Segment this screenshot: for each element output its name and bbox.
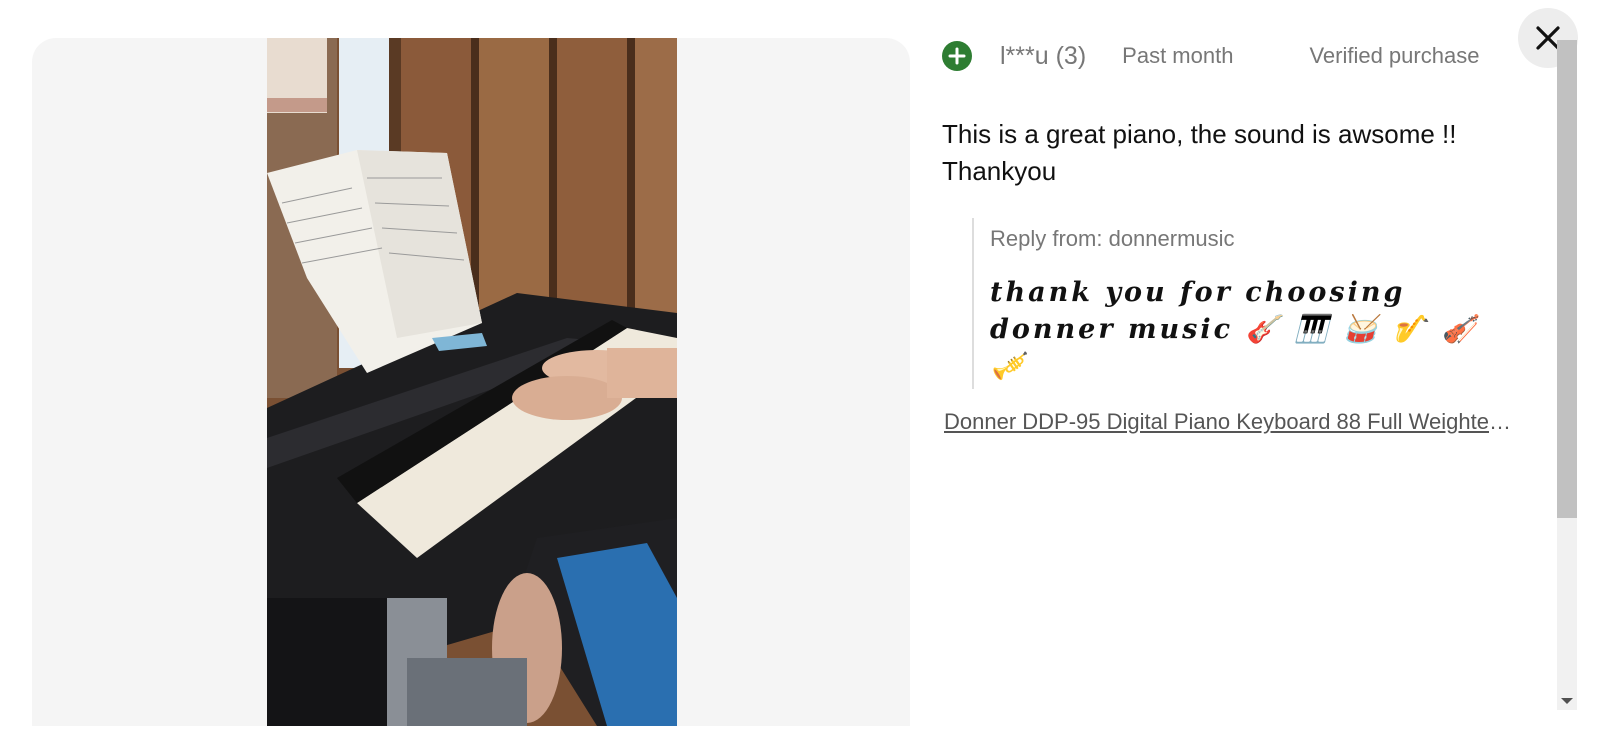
- media-pane: [32, 38, 910, 726]
- verified-purchase-label: Verified purchase: [1309, 43, 1480, 68]
- review-panel: l***u (3) Past month Verified purchase T…: [942, 30, 1562, 435]
- product-link[interactable]: Donner DDP-95 Digital Piano Keyboard 88 …: [944, 409, 1519, 435]
- reviewer-name[interactable]: l***u (3): [1000, 42, 1086, 71]
- review-modal: l***u (3) Past month Verified purchase T…: [0, 0, 1600, 740]
- seller-reply: Reply from: donnermusic 𝒕𝒉𝒂𝒏𝒌 𝒚𝒐𝒖 𝒇𝒐𝒓 𝒄𝒉…: [972, 218, 1562, 389]
- review-date: Past month: [1122, 43, 1234, 68]
- review-photo[interactable]: [267, 38, 677, 726]
- scrollbar-thumb[interactable]: [1557, 40, 1577, 518]
- scrollbar[interactable]: [1557, 40, 1577, 710]
- plus-circle-icon: [942, 41, 972, 71]
- review-meta: l***u (3) Past month Verified purchase: [942, 30, 1562, 82]
- reply-from-label: Reply from: donnermusic: [990, 226, 1235, 251]
- scroll-down-arrow-icon[interactable]: [1561, 698, 1573, 704]
- review-text: This is a great piano, the sound is awso…: [942, 119, 1457, 186]
- reply-text: 𝒕𝒉𝒂𝒏𝒌 𝒚𝒐𝒖 𝒇𝒐𝒓 𝒄𝒉𝒐𝒐𝒔𝒊𝒏𝒈 𝒅𝒐𝒏𝒏𝒆𝒓 𝒎𝒖𝒔𝒊𝒄 🎸 🎹 …: [990, 277, 1479, 382]
